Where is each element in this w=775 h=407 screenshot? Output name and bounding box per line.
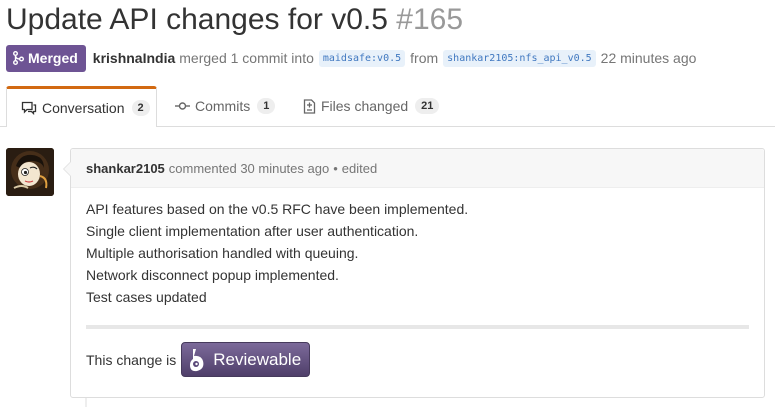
tab-conversation-label: Conversation [42, 100, 125, 116]
conversation-count: 2 [131, 100, 150, 116]
comment-timestamp[interactable]: commented 30 minutes ago [169, 161, 329, 176]
tab-commits-label: Commits [195, 98, 251, 114]
from-text: from [410, 50, 439, 66]
tab-commits[interactable]: Commits 1 [175, 86, 276, 126]
merged-status-badge: Merged [6, 44, 86, 72]
pr-title-text: Update API changes for v0.5 [6, 3, 388, 36]
comment-author-link[interactable]: shankar2105 [86, 161, 165, 176]
comment-pointer-inner [64, 162, 71, 176]
pr-number: #165 [396, 3, 464, 36]
comment-line: Multiple authorisation handled with queu… [86, 245, 359, 261]
merged-commit-text: merged 1 commit into [179, 50, 314, 66]
base-branch-label[interactable]: maidsafe:v0.5 [318, 49, 406, 67]
edited-dropdown[interactable]: edited [342, 161, 377, 176]
tab-files-changed[interactable]: Files changed 21 [303, 86, 440, 126]
pr-meta: Merged krishnaIndia merged 1 commit into… [6, 44, 701, 72]
header-separator: • [333, 160, 338, 176]
timeline-connector [85, 398, 87, 407]
reviewable-badge-label: Reviewable [213, 349, 302, 369]
merger-username-link[interactable]: krishnaIndia [93, 50, 175, 66]
comment-header: shankar2105 commented 30 minutes ago • e… [71, 149, 764, 188]
comment-line: Test cases updated [86, 289, 207, 305]
comment-icon [21, 101, 37, 115]
reviewable-logo-icon [190, 348, 204, 371]
pr-title: Update API changes for v0.5 #165 [6, 0, 463, 40]
head-branch-label[interactable]: shankar2105:nfs_api_v0.5 [443, 49, 596, 67]
comment-line: API features based on the v0.5 RFC have … [86, 201, 469, 217]
files-changed-count: 21 [415, 98, 440, 114]
reviewable-prefix-text: This change is [86, 351, 177, 368]
comment-line: Single client implementation after user … [86, 223, 419, 239]
reviewable-row: This change is Reviewable [86, 342, 749, 377]
commenter-avatar[interactable] [6, 148, 54, 196]
diff-icon [303, 98, 316, 114]
pr-tabs: Conversation 2 Commits 1 Files changed 2… [0, 86, 775, 127]
merged-time: 22 minutes ago [600, 50, 697, 66]
reviewable-badge-link[interactable]: Reviewable [181, 342, 311, 377]
tab-files-changed-label: Files changed [321, 98, 409, 114]
comment-box: shankar2105 commented 30 minutes ago • e… [63, 148, 765, 398]
commit-icon [175, 101, 190, 111]
horizontal-rule [86, 325, 749, 329]
comment-body: API features based on the v0.5 RFC have … [71, 188, 764, 377]
tab-conversation[interactable]: Conversation 2 [6, 86, 157, 127]
pull-request-page: Update API changes for v0.5 #165 Merged … [0, 0, 775, 407]
merge-icon [13, 51, 24, 65]
merged-status-label: Merged [28, 50, 78, 66]
commits-count: 1 [257, 98, 276, 114]
comment-line: Network disconnect popup implemented. [86, 267, 339, 283]
